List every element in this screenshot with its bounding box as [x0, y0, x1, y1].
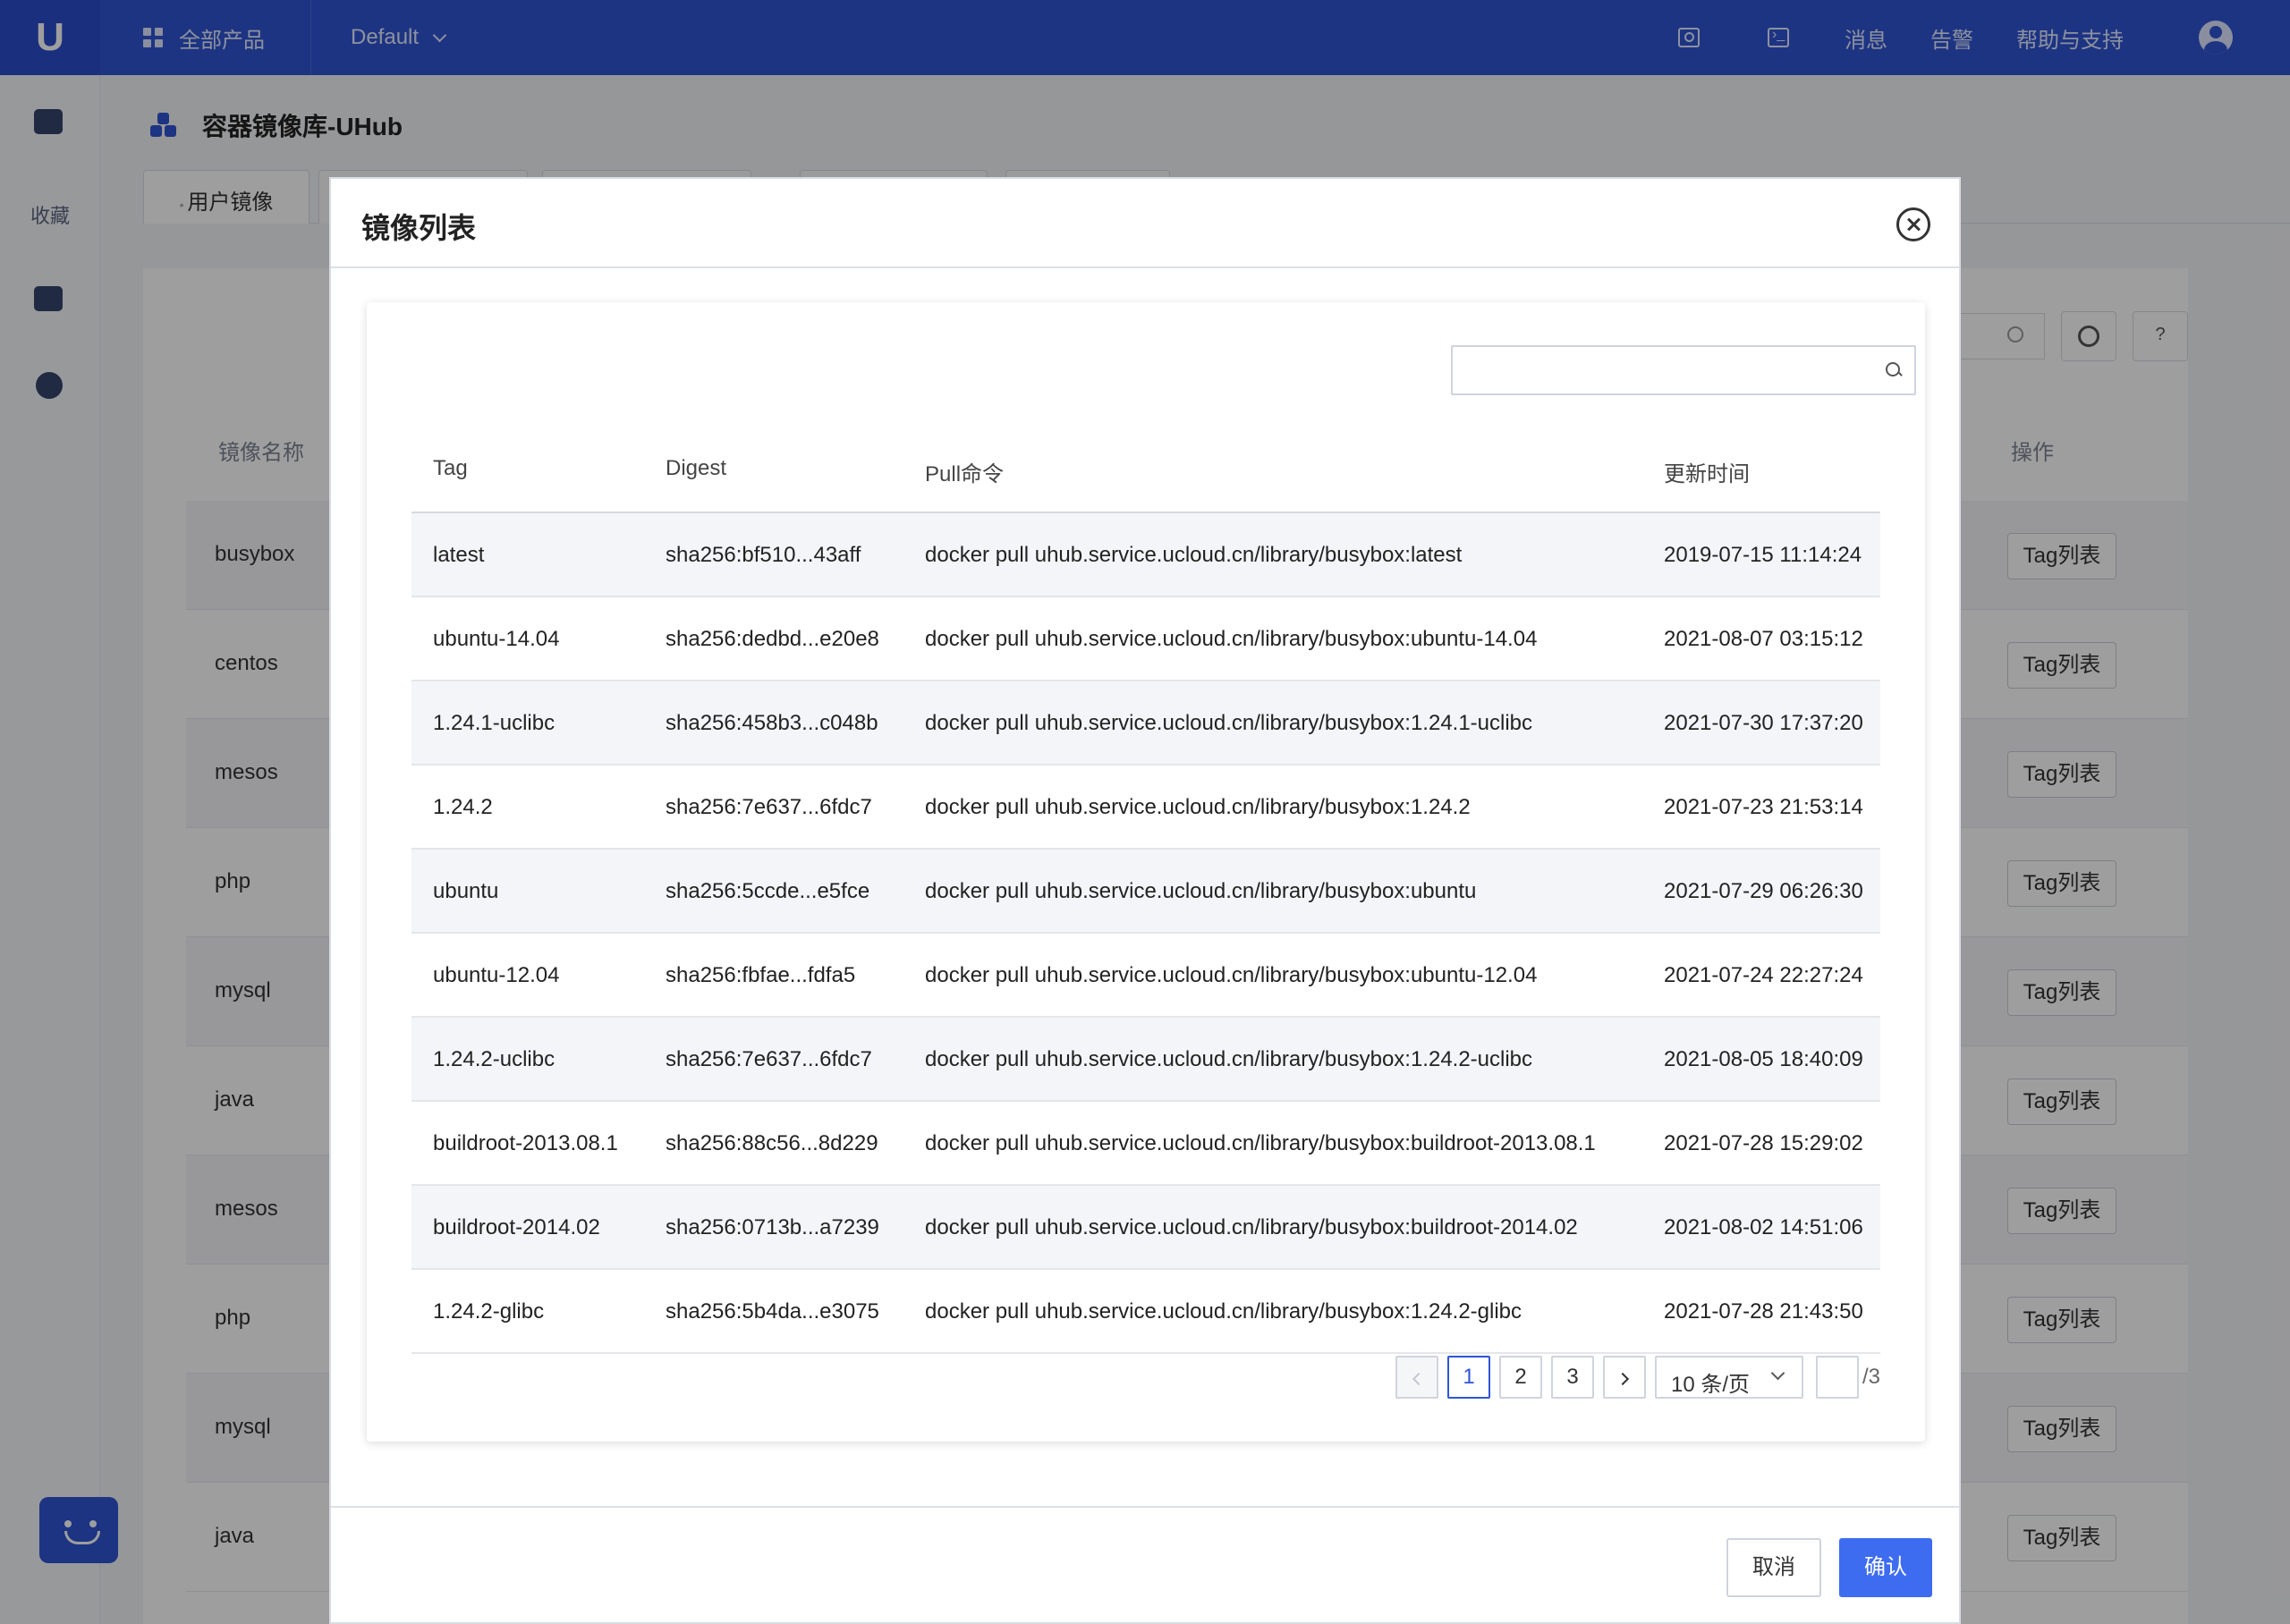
updated-time-cell: 2021-07-24 22:27:24 — [1664, 963, 1863, 987]
table-row: 1.24.2-glibc sha256:5b4da...e3075 docker p… — [411, 1270, 1880, 1354]
modal-footer: 取消 确认 — [331, 1506, 1959, 1624]
tag-cell: 1.24.1-uclibc — [433, 711, 556, 735]
digest-cell: sha256:88c56...8d229 — [666, 1131, 878, 1155]
tag-cell: ubuntu-14.04 — [433, 627, 560, 651]
updated-time-cell: 2021-08-02 14:51:06 — [1664, 1215, 1863, 1239]
table-row: ubuntu-12.04 sha256:fbfae...fdfa5 docker p… — [411, 934, 1880, 1018]
table-row: buildroot-2013.08.1 sha256:88c56...8d229 d… — [411, 1102, 1880, 1186]
tag-cell: latest — [433, 543, 485, 567]
page-jump-input[interactable] — [1816, 1356, 1859, 1399]
updated-time-cell: 2021-08-07 03:15:12 — [1664, 627, 1863, 651]
table-row: latest sha256:bf510...43aff docker pull uh… — [411, 513, 1880, 597]
pull-command-cell: docker pull uhub.service.ucloud.cn/libra… — [925, 963, 1538, 987]
tag-table: Tag Digest Pull命令 更新时间 latest sha256:bf51… — [411, 422, 1880, 1354]
updated-time-cell: 2021-07-29 06:26:30 — [1664, 879, 1863, 903]
digest-cell: sha256:5ccde...e5fce — [666, 879, 870, 903]
tag-cell: 1.24.2-uclibc — [433, 1047, 556, 1071]
digest-cell: sha256:5b4da...e3075 — [666, 1299, 879, 1324]
prev-page-button[interactable] — [1395, 1356, 1438, 1399]
close-icon[interactable] — [1896, 207, 1930, 241]
tag-cell: 1.24.2 — [433, 795, 493, 819]
cancel-button[interactable]: 取消 — [1726, 1538, 1821, 1597]
page-2-button[interactable]: 2 — [1499, 1356, 1542, 1399]
page-size-select[interactable]: 10 条/页 — [1655, 1356, 1803, 1399]
pull-command-cell: docker pull uhub.service.ucloud.cn/libra… — [925, 879, 1477, 903]
modal-title: 镜像列表 — [361, 212, 477, 244]
column-digest: Digest — [666, 456, 727, 480]
tag-cell: buildroot-2013.08.1 — [433, 1131, 618, 1155]
digest-cell: sha256:7e637...6fdc7 — [666, 795, 872, 819]
search-icon[interactable] — [1886, 362, 1902, 378]
chevron-right-icon — [1616, 1372, 1630, 1386]
pull-command-cell: docker pull uhub.service.ucloud.cn/libra… — [925, 627, 1538, 651]
pull-command-cell: docker pull uhub.service.ucloud.cn/libra… — [925, 543, 1463, 567]
updated-time-cell: 2021-07-30 17:37:20 — [1664, 711, 1863, 735]
pull-command-cell: docker pull uhub.service.ucloud.cn/libra… — [925, 1131, 1596, 1155]
column-updated-time: 更新时间 — [1664, 462, 1750, 486]
image-list-modal: 镜像列表 Tag Digest Pull命令 更新时间 latest sha256… — [329, 177, 1961, 1624]
page-3-button[interactable]: 3 — [1551, 1356, 1594, 1399]
pull-command-cell: docker pull uhub.service.ucloud.cn/libra… — [925, 1215, 1578, 1239]
confirm-button[interactable]: 确认 — [1839, 1538, 1932, 1597]
next-page-button[interactable] — [1603, 1356, 1646, 1399]
table-row: 1.24.1-uclibc sha256:458b3...c048b docker … — [411, 681, 1880, 765]
page-1-button[interactable]: 1 — [1447, 1356, 1490, 1399]
updated-time-cell: 2021-07-28 21:43:50 — [1664, 1299, 1863, 1324]
pull-command-cell: docker pull uhub.service.ucloud.cn/libra… — [925, 1299, 1522, 1324]
tag-cell: buildroot-2014.02 — [433, 1215, 600, 1239]
updated-time-cell: 2021-07-23 21:53:14 — [1664, 795, 1863, 819]
updated-time-cell: 2021-08-05 18:40:09 — [1664, 1047, 1863, 1071]
total-pages-label: /3 — [1862, 1365, 1881, 1389]
digest-cell: sha256:fbfae...fdfa5 — [666, 963, 856, 987]
tag-list-card: Tag Digest Pull命令 更新时间 latest sha256:bf51… — [367, 302, 1925, 1442]
table-row: ubuntu-14.04 sha256:dedbd...e20e8 docker p… — [411, 597, 1880, 681]
tag-search-input[interactable] — [1463, 354, 1857, 386]
table-header: Tag Digest Pull命令 更新时间 — [411, 422, 1880, 513]
digest-cell: sha256:dedbd...e20e8 — [666, 627, 879, 651]
table-row: buildroot-2014.02 sha256:0713b...a7239 doc… — [411, 1186, 1880, 1270]
pull-command-cell: docker pull uhub.service.ucloud.cn/libra… — [925, 1047, 1533, 1071]
chevron-down-icon — [1770, 1366, 1785, 1381]
table-row: 1.24.2-uclibc sha256:7e637...6fdc7 docker … — [411, 1018, 1880, 1102]
table-body: latest sha256:bf510...43aff docker pull uh… — [411, 513, 1880, 1354]
tag-cell: 1.24.2-glibc — [433, 1299, 545, 1324]
pull-command-cell: docker pull uhub.service.ucloud.cn/libra… — [925, 795, 1471, 819]
table-row: 1.24.2 sha256:7e637...6fdc7 docker pull uh… — [411, 765, 1880, 850]
tag-cell: ubuntu — [433, 879, 499, 903]
column-tag: Tag — [433, 456, 468, 480]
updated-time-cell: 2021-07-28 15:29:02 — [1664, 1131, 1863, 1155]
pull-command-cell: docker pull uhub.service.ucloud.cn/libra… — [925, 711, 1533, 735]
chevron-left-icon — [1412, 1372, 1426, 1386]
digest-cell: sha256:0713b...a7239 — [666, 1215, 879, 1239]
tag-search-box[interactable] — [1451, 345, 1916, 395]
page-size-label: 10 条/页 — [1671, 1373, 1751, 1397]
column-pull-command: Pull命令 — [925, 462, 1005, 486]
table-row: ubuntu sha256:5ccde...e5fce docker pull uh… — [411, 850, 1880, 934]
digest-cell: sha256:7e637...6fdc7 — [666, 1047, 872, 1071]
tag-cell: ubuntu-12.04 — [433, 963, 560, 987]
modal-header: 镜像列表 — [331, 179, 1959, 268]
digest-cell: sha256:bf510...43aff — [666, 543, 861, 567]
updated-time-cell: 2019-07-15 11:14:24 — [1664, 543, 1862, 567]
digest-cell: sha256:458b3...c048b — [666, 711, 878, 735]
